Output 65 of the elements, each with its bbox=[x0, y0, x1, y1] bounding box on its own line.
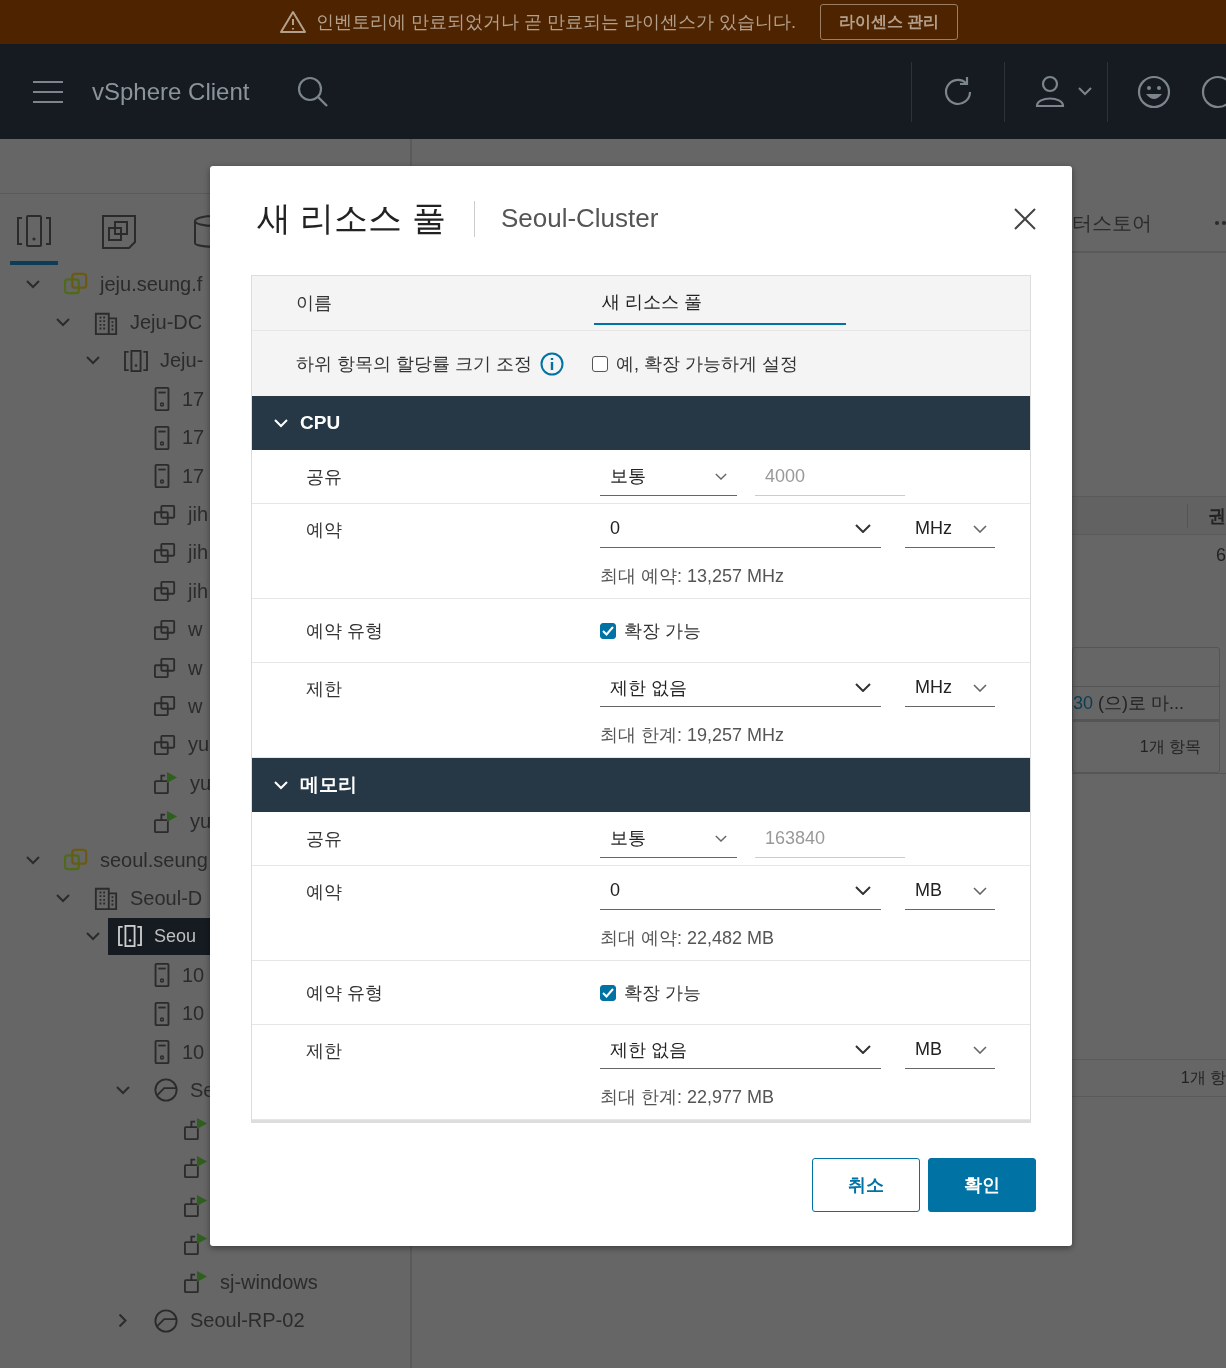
field-label: 공유 bbox=[305, 465, 343, 489]
column-header: 권 bbox=[1187, 503, 1226, 528]
tree-item[interactable]: 17 bbox=[138, 458, 215, 495]
tree-item[interactable]: 10 bbox=[138, 957, 215, 994]
amount-select[interactable]: 0 bbox=[600, 510, 881, 548]
tree-item[interactable]: w bbox=[138, 650, 213, 687]
tree-item[interactable]: 10 bbox=[138, 995, 215, 1032]
unit-select[interactable]: MHz bbox=[905, 669, 995, 707]
section-title: 메모리 bbox=[300, 773, 357, 797]
field-label: 예약 bbox=[305, 881, 343, 904]
scale-checkbox[interactable]: 예, 확장 가능하게 설정 bbox=[592, 351, 799, 376]
tree-item[interactable]: Seoul-RP-02 bbox=[138, 1302, 315, 1339]
field-label: 제한 bbox=[305, 678, 343, 701]
section-title: CPU bbox=[300, 412, 341, 434]
field-label: 예약 유형 bbox=[305, 619, 384, 643]
field-hint: 최대 한계: 22,977 MB bbox=[600, 1086, 776, 1109]
alert-message: 30 (으)로 마... bbox=[1073, 692, 1185, 715]
tab-label[interactable]: 터스토어 bbox=[1072, 209, 1152, 237]
amount-select[interactable]: 제한 없음 bbox=[600, 669, 881, 707]
unit-select[interactable]: MB bbox=[905, 872, 995, 910]
tree-item[interactable]: Jeju-DC bbox=[78, 304, 213, 341]
tree-item[interactable]: jih bbox=[138, 534, 218, 571]
manage-licenses-button[interactable]: 라이센스 관리 bbox=[820, 4, 959, 40]
tree-item[interactable]: yu bbox=[138, 726, 220, 763]
amount-select[interactable]: 제한 없음 bbox=[600, 1031, 881, 1069]
tree-item[interactable]: Jeju- bbox=[108, 342, 214, 379]
field-label: 예약 유형 bbox=[305, 981, 384, 1005]
tree-item[interactable]: 17 bbox=[138, 419, 215, 456]
tree-item[interactable]: 10 bbox=[138, 1034, 215, 1070]
app-title: vSphere Client bbox=[92, 77, 250, 106]
tree-item[interactable]: w bbox=[138, 611, 213, 648]
expandable-checkbox[interactable]: 확장 가능 bbox=[600, 980, 701, 1005]
tree-item[interactable]: sj-windows bbox=[168, 1264, 328, 1301]
field-label: 제한 bbox=[305, 1040, 343, 1063]
field-label: 예약 bbox=[305, 519, 343, 542]
tree-item[interactable]: yu bbox=[138, 803, 222, 840]
tree-item[interactable]: 17 bbox=[138, 381, 215, 418]
table-cell: 6 bbox=[1216, 544, 1226, 566]
unit-select[interactable]: MB bbox=[905, 1031, 995, 1069]
cancel-button[interactable]: 취소 bbox=[812, 1158, 920, 1212]
field-label: 이름 bbox=[295, 292, 333, 315]
name-field[interactable]: 새 리소스 풀 bbox=[594, 281, 846, 325]
dialog-title: 새 리소스 풀 bbox=[257, 197, 446, 239]
dialog-subtitle: Seoul-Cluster bbox=[500, 203, 659, 234]
unit-select[interactable]: MHz bbox=[905, 510, 995, 548]
tree-item[interactable]: jih bbox=[138, 496, 218, 533]
tree-item[interactable]: w bbox=[138, 688, 213, 725]
tree-item[interactable]: yu bbox=[138, 765, 222, 802]
banner-message: 인벤토리에 만료되었거나 곧 만료되는 라이센스가 있습니다. bbox=[316, 11, 796, 34]
tree-item[interactable]: seoul.seung bbox=[48, 842, 218, 879]
tree-item[interactable]: jih bbox=[138, 573, 218, 610]
item-count: 1개 항목 bbox=[1139, 736, 1201, 757]
tree-item[interactable]: Seoul-D bbox=[78, 880, 213, 917]
tree-item[interactable]: jeju.seung.f bbox=[48, 266, 213, 303]
section-header[interactable]: CPU bbox=[252, 396, 1030, 450]
section-header[interactable]: 메모리 bbox=[252, 758, 1030, 812]
field-hint: 최대 한계: 19,257 MHz bbox=[600, 724, 786, 747]
field-label: 하위 항목의 할당률 크기 조정 bbox=[295, 352, 532, 376]
amount-select[interactable]: 0 bbox=[600, 872, 881, 910]
item-count: 1개 항 bbox=[1180, 1067, 1226, 1088]
field-hint: 최대 예약: 13,257 MHz bbox=[600, 565, 786, 588]
confirm-button[interactable]: 확인 bbox=[928, 1158, 1036, 1212]
expandable-checkbox[interactable]: 확장 가능 bbox=[600, 618, 701, 643]
field-hint: 최대 예약: 22,482 MB bbox=[600, 927, 776, 950]
field-label: 공유 bbox=[305, 827, 343, 851]
